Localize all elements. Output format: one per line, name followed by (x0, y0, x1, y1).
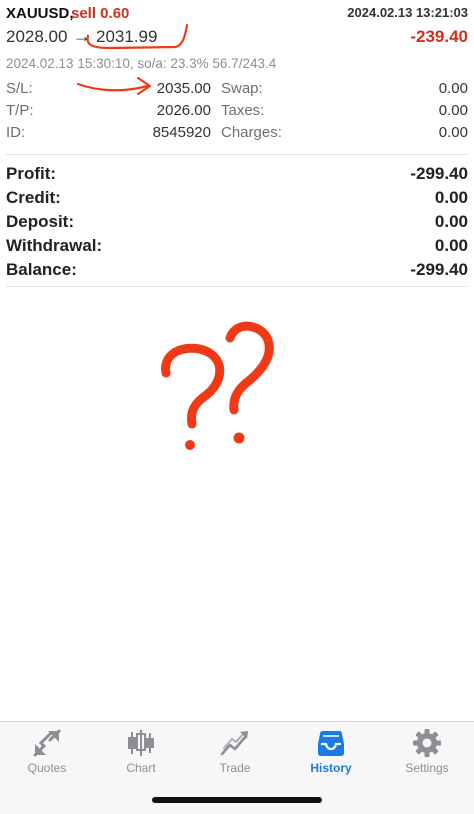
price-underline-mark (86, 23, 189, 50)
history-icon (318, 731, 344, 756)
tab-label: History (310, 761, 352, 775)
annotation-overlay (76, 23, 274, 450)
settings-icon (413, 729, 441, 757)
tab-label: Chart (126, 761, 156, 775)
tab-chart[interactable]: Chart (94, 722, 188, 792)
tab-label: Settings (405, 761, 449, 775)
chart-icon (128, 730, 154, 756)
home-indicator (152, 797, 322, 803)
tab-history[interactable]: History (284, 722, 378, 792)
trade-icon (220, 731, 248, 756)
tab-settings[interactable]: Settings (380, 722, 474, 792)
tab-label: Trade (219, 761, 251, 775)
question-marks-mark (161, 321, 274, 429)
quotes-icon (33, 729, 61, 757)
sl-arrow-mark (76, 82, 150, 92)
tab-trade[interactable]: Trade (188, 722, 282, 792)
tab-quotes[interactable]: Quotes (0, 722, 94, 792)
tab-label: Quotes (27, 761, 67, 775)
